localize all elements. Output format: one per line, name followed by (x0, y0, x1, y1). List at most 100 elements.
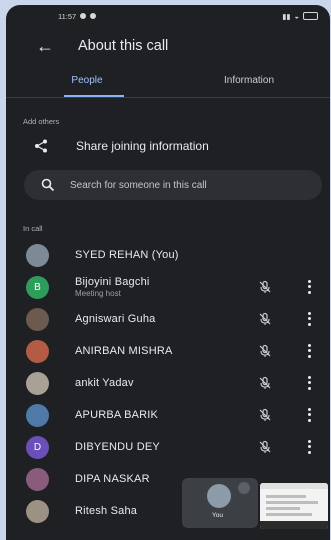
mic-off-icon[interactable] (258, 408, 272, 422)
more-dot (307, 408, 311, 412)
avatar (26, 403, 49, 427)
more-options-icon[interactable] (306, 439, 312, 455)
more-dot (307, 354, 311, 358)
participant-row[interactable]: APURBA BARIK (6, 399, 330, 431)
self-mic-badge-icon (238, 482, 250, 494)
participant-text: Ritesh Saha (75, 505, 137, 517)
share-joining-info-button[interactable]: Share joining information (6, 126, 330, 166)
in-call-label: In call (23, 224, 43, 233)
more-options-icon[interactable] (306, 343, 312, 359)
share-icon (35, 139, 47, 153)
avatar (26, 339, 49, 363)
mic-off-icon[interactable] (258, 280, 272, 294)
mic-off-icon[interactable] (258, 376, 272, 390)
participant-name: Bijoyini Bagchi (75, 276, 150, 288)
more-dot (307, 344, 311, 348)
share-label: Share joining information (76, 139, 209, 153)
participant-text: SYED REHAN (You) (75, 249, 179, 261)
status-bar: 11:57 ▮▮ ◒ (6, 5, 330, 27)
shared-screen-line (266, 495, 306, 498)
participant-name: Ritesh Saha (75, 505, 138, 517)
more-dot (307, 413, 311, 417)
participant-role: Meeting host (75, 289, 121, 298)
more-dot (307, 349, 311, 353)
status-left: 11:57 (58, 11, 97, 21)
self-tile-label: You (212, 512, 223, 519)
more-dot (307, 445, 311, 449)
more-options-icon[interactable] (306, 375, 312, 391)
more-dot (307, 312, 311, 316)
notification-icon (80, 13, 87, 19)
participant-text: ANIRBAN MISHRA (75, 345, 173, 357)
tab-information[interactable]: Information (168, 65, 330, 97)
participant-name: Agniswari Guha (75, 313, 156, 325)
back-arrow-icon[interactable]: ← (36, 36, 56, 57)
page-title: About this call (78, 38, 169, 54)
participant-text: ankit Yadav (75, 377, 134, 389)
more-dot (307, 381, 311, 385)
participant-row[interactable]: B Bijoyini Bagchi Meeting host (6, 271, 330, 303)
more-dot (307, 440, 311, 444)
more-options-icon[interactable] (306, 311, 312, 327)
mic-off-icon[interactable] (258, 440, 272, 454)
avatar (26, 467, 49, 491)
mic-off-icon[interactable] (258, 344, 272, 358)
more-dot (307, 290, 311, 294)
search-placeholder: Search for someone in this call (70, 179, 207, 191)
shared-screen-line (266, 513, 312, 516)
search-icon (41, 178, 55, 192)
app-bar: ← About this call (6, 27, 330, 65)
self-avatar (207, 484, 231, 508)
participant-name: SYED REHAN (You) (75, 249, 179, 261)
more-dot (307, 376, 311, 380)
shared-screen-line (266, 501, 318, 504)
participant-text: Bijoyini Bagchi Meeting host (75, 276, 150, 298)
status-time: 11:57 (58, 11, 77, 21)
participant-text: APURBA BARIK (75, 409, 158, 421)
tab-bar: People Information (6, 65, 330, 97)
shared-screen-line (266, 507, 300, 510)
screen-share-tile[interactable] (260, 483, 328, 529)
avatar (26, 243, 49, 267)
avatar: D (26, 435, 49, 459)
participant-row[interactable]: ankit Yadav (6, 367, 330, 399)
participant-name: ANIRBAN MISHRA (75, 345, 173, 357)
battery-icon (303, 12, 318, 20)
participant-row[interactable]: Agniswari Guha (6, 303, 330, 335)
avatar: B (26, 275, 49, 299)
avatar (26, 371, 49, 395)
participant-row[interactable]: D DIBYENDU DEY (6, 431, 330, 463)
call-details-screen: 11:57 ▮▮ ◒ ← About this call People Info… (6, 5, 330, 540)
wifi-icon: ◒ (294, 11, 299, 21)
participant-text: DIPA NASKAR (75, 473, 150, 485)
more-dot (307, 317, 311, 321)
more-options-icon[interactable] (306, 407, 312, 423)
more-dot (307, 285, 311, 289)
participant-text: DIBYENDU DEY (75, 441, 160, 453)
notification-icon (90, 13, 97, 19)
tab-indicator (64, 95, 124, 97)
shared-screen-footer (260, 521, 328, 529)
participant-row[interactable]: SYED REHAN (You) (6, 239, 330, 271)
more-dot (307, 280, 311, 284)
avatar (26, 499, 49, 523)
mic-off-icon[interactable] (258, 312, 272, 326)
shared-screen-bar (260, 483, 328, 489)
more-dot (307, 386, 311, 390)
more-options-icon[interactable] (306, 279, 312, 295)
more-dot (307, 450, 311, 454)
divider (6, 97, 330, 98)
participant-search-input[interactable]: Search for someone in this call (24, 170, 322, 200)
more-dot (307, 418, 311, 422)
participant-text: Agniswari Guha (75, 313, 155, 325)
participant-name: ankit Yadav (75, 377, 134, 389)
signal-icon: ▮▮ (282, 11, 291, 21)
participant-row[interactable]: ANIRBAN MISHRA (6, 335, 330, 367)
status-right: ▮▮ ◒ (282, 12, 318, 21)
tab-people[interactable]: People (6, 65, 168, 97)
avatar (26, 307, 49, 331)
more-dot (307, 322, 311, 326)
add-others-label: Add others (23, 117, 60, 126)
participant-name: APURBA BARIK (75, 409, 159, 421)
self-video-tile[interactable]: You (182, 478, 258, 528)
